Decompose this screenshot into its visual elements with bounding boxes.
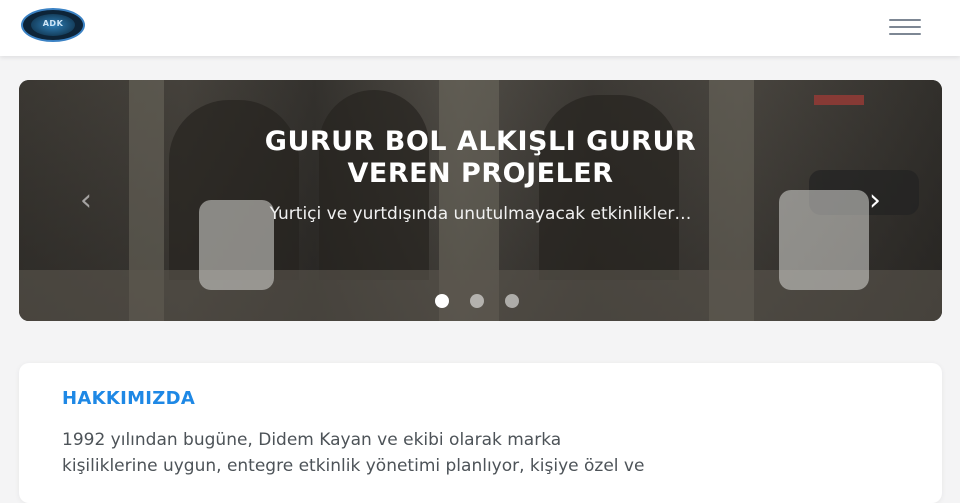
hero-carousel: GURUR BOL ALKIŞLI GURUR VEREN PROJELER Y… [19,80,942,321]
carousel-dot-3[interactable] [505,294,519,308]
hamburger-menu-icon[interactable] [886,14,924,40]
carousel-prev-icon[interactable]: ‹ [69,184,103,218]
background-sign [814,95,864,105]
hero-background-image [19,80,942,321]
logo-text: ADK [42,19,64,28]
menu-bar [889,33,921,35]
about-text: 1992 yılından bugüne, Didem Kayan ve eki… [62,427,922,479]
menu-bar [889,26,921,28]
carousel-next-icon[interactable]: › [858,184,892,218]
about-title: HAKKIMIZDA [62,388,196,409]
menu-bar [889,19,921,21]
hero-title-line: VEREN PROJELER [347,158,614,189]
carousel-indicators [433,294,533,308]
about-text-line: kişiliklerine uygun, entegre etkinlik yö… [62,456,645,476]
hero-subtitle: Yurtiçi ve yurtdışında unutulmayacak etk… [269,204,692,224]
hero-title-line: GURUR BOL ALKIŞLI GURUR [264,126,697,157]
site-logo[interactable]: ADK [21,8,85,42]
about-section: HAKKIMIZDA 1992 yılından bugüne, Didem K… [19,363,942,503]
carousel-dot-2[interactable] [470,294,484,308]
site-header: ADK [0,0,960,56]
carousel-dot-1[interactable] [435,294,449,308]
about-text-line: 1992 yılından bugüne, Didem Kayan ve eki… [62,430,562,450]
hero-title: GURUR BOL ALKIŞLI GURUR VEREN PROJELER [19,126,942,190]
